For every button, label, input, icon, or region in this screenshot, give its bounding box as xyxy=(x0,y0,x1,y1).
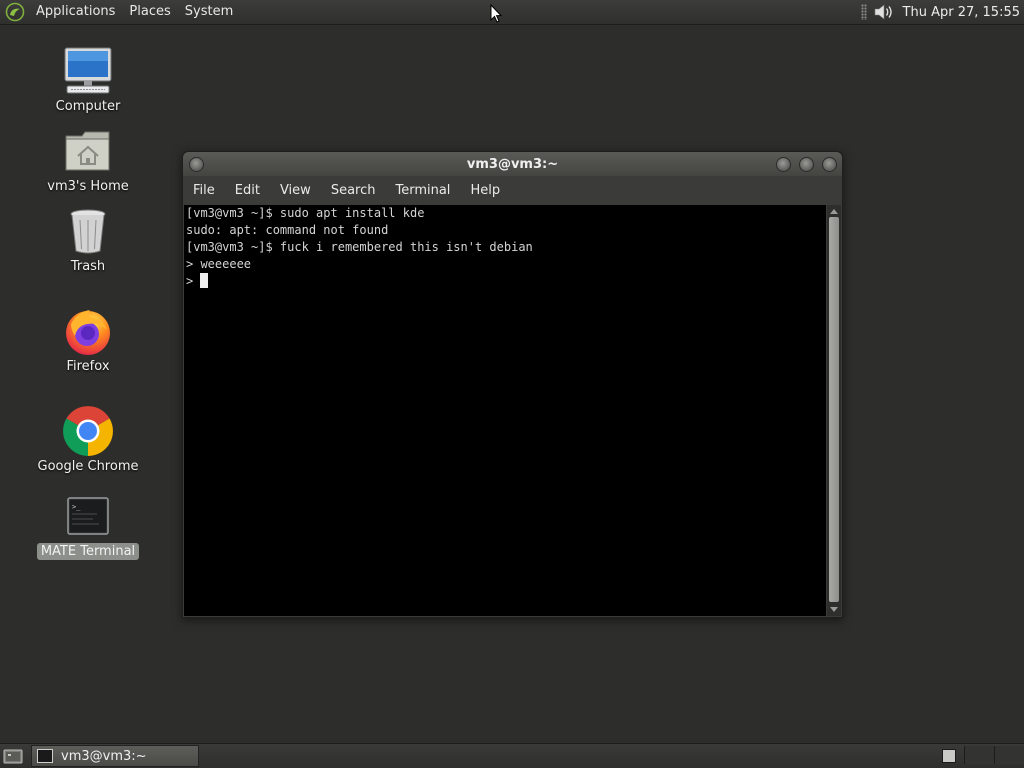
terminal-scrollbar[interactable] xyxy=(827,205,841,616)
svg-text:>_: >_ xyxy=(72,503,81,511)
desktop-icon-mate-terminal[interactable]: >_ MATE Terminal xyxy=(33,490,143,560)
chrome-icon xyxy=(62,405,114,457)
workspace-slot[interactable] xyxy=(964,746,994,764)
terminal-prompt-line: > xyxy=(186,273,826,290)
window-titlebar[interactable]: vm3@vm3:~ xyxy=(183,152,842,176)
menu-view[interactable]: View xyxy=(270,183,321,198)
workspace-slot[interactable] xyxy=(994,746,1024,764)
menu-edit[interactable]: Edit xyxy=(225,183,270,198)
menu-places[interactable]: Places xyxy=(122,0,177,24)
taskbar-label: vm3@vm3:~ xyxy=(61,748,147,764)
scroll-down-icon[interactable] xyxy=(830,607,838,612)
terminal-line: sudo: apt: command not found xyxy=(186,223,389,237)
mate-logo-icon[interactable] xyxy=(5,2,25,22)
desktop-icon-label: Google Chrome xyxy=(37,459,139,474)
desktop-icon-label: Computer xyxy=(55,99,121,114)
firefox-icon xyxy=(62,305,114,357)
desktop-icon-label: vm3's Home xyxy=(47,179,129,194)
home-folder-icon xyxy=(62,125,114,177)
text-cursor xyxy=(200,273,209,288)
clock[interactable]: Thu Apr 27, 15:55 xyxy=(901,5,1024,20)
window-title: vm3@vm3:~ xyxy=(466,156,559,172)
taskbar-button-terminal[interactable]: vm3@vm3:~ xyxy=(31,745,199,767)
volume-icon[interactable] xyxy=(873,2,895,22)
menu-help[interactable]: Help xyxy=(460,183,510,198)
desktop-icon-label: MATE Terminal xyxy=(36,543,140,560)
system-tray: Thu Apr 27, 15:55 xyxy=(860,0,1024,24)
menu-search[interactable]: Search xyxy=(321,183,386,198)
show-desktop-icon[interactable] xyxy=(3,747,23,765)
terminal-icon xyxy=(37,749,53,763)
computer-icon xyxy=(62,45,114,97)
terminal-menubar: File Edit View Search Terminal Help xyxy=(183,176,842,204)
terminal-icon: >_ xyxy=(62,490,114,542)
window-menu-button[interactable] xyxy=(189,157,204,172)
workspace-switcher[interactable] xyxy=(964,746,1024,764)
menu-terminal[interactable]: Terminal xyxy=(385,183,460,198)
desktop-icon-computer[interactable]: Computer xyxy=(33,45,143,115)
menu-file[interactable]: File xyxy=(183,183,225,198)
maximize-button[interactable] xyxy=(799,157,814,172)
trash-icon xyxy=(62,205,114,257)
desktop-icon-label: Trash xyxy=(70,259,106,274)
desktop: Applications Places System Thu Apr 27, 1… xyxy=(0,0,1024,768)
terminal-line: [vm3@vm3 ~]$ sudo apt install kde xyxy=(186,206,425,220)
menu-applications[interactable]: Applications xyxy=(29,0,122,24)
terminal-line: > weeeeee xyxy=(186,257,252,271)
mouse-pointer-icon xyxy=(490,4,502,23)
desktop-icon-firefox[interactable]: Firefox xyxy=(33,305,143,375)
minimize-button[interactable] xyxy=(776,157,791,172)
terminal-line: [vm3@vm3 ~]$ fuck i remembered this isn'… xyxy=(186,240,533,254)
bottom-panel: vm3@vm3:~ xyxy=(0,743,1024,768)
tray-handle[interactable] xyxy=(860,4,867,20)
top-panel: Applications Places System Thu Apr 27, 1… xyxy=(0,0,1024,25)
close-button[interactable] xyxy=(822,157,837,172)
workspace-indicator[interactable] xyxy=(942,749,956,763)
menu-system[interactable]: System xyxy=(178,0,240,24)
scroll-up-icon[interactable] xyxy=(830,209,838,214)
desktop-icon-chrome[interactable]: Google Chrome xyxy=(33,405,143,475)
desktop-icon-trash[interactable]: Trash xyxy=(33,205,143,275)
scrollbar-thumb[interactable] xyxy=(829,217,839,602)
terminal-output[interactable]: [vm3@vm3 ~]$ sudo apt install kde sudo: … xyxy=(184,205,826,616)
terminal-window: vm3@vm3:~ File Edit View Search Terminal… xyxy=(182,151,843,618)
desktop-icon-home[interactable]: vm3's Home xyxy=(33,125,143,195)
desktop-icon-label: Firefox xyxy=(66,359,110,374)
terminal-prompt: > xyxy=(186,274,201,288)
